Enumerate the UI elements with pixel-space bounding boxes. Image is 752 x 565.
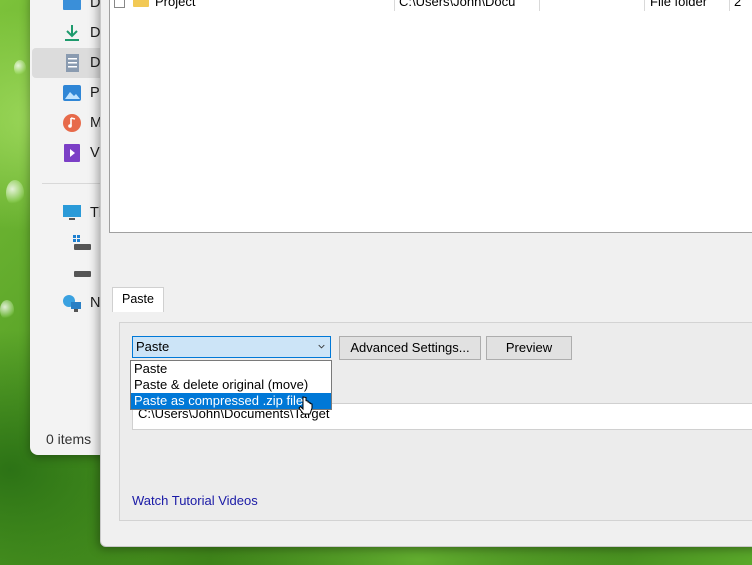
column-divider [394,0,395,11]
option-paste[interactable]: Paste [131,361,331,377]
water-drop [6,180,24,206]
windows-drive-icon [72,233,92,253]
network-icon [62,293,82,313]
this-pc-icon [62,203,82,223]
file-name-cell: Project [155,0,196,9]
paste-panel: Paste Advanced Settings... Preview C:\Us… [119,322,752,521]
downloads-icon [62,23,82,43]
column-divider [729,0,730,11]
items-count: 0 items [46,431,92,447]
column-divider [644,0,645,11]
table-row[interactable]: Project C:\Users\John\Docu File folder 2 [110,0,752,11]
documents-icon [62,53,82,73]
file-extra-cell: 2 [734,0,742,9]
water-drop [14,60,26,76]
file-path-cell: C:\Users\John\Docu [399,0,516,9]
tutorial-videos-link[interactable]: Watch Tutorial Videos [132,493,258,508]
paste-tool-window: Project C:\Users\John\Docu File folder 2… [100,0,752,547]
paste-mode-select[interactable]: Paste [132,336,331,358]
option-paste-and-delete[interactable]: Paste & delete original (move) [131,377,331,393]
mouse-cursor-icon [298,396,313,415]
column-divider [539,0,540,11]
desktop-folder-icon [62,0,82,13]
music-icon [62,113,82,133]
drive-icon [72,263,92,283]
file-list[interactable]: Project C:\Users\John\Docu File folder 2 [109,0,752,233]
preview-button[interactable]: Preview [486,336,572,360]
pictures-icon [62,83,82,103]
water-drop [0,300,14,320]
advanced-settings-button[interactable]: Advanced Settings... [339,336,481,360]
file-type-cell: File folder [650,0,708,9]
tab-paste[interactable]: Paste [112,287,164,312]
folder-icon [133,0,149,7]
checkbox-icon[interactable] [114,0,125,8]
chevron-down-icon [318,344,325,349]
paste-mode-value: Paste [136,339,170,354]
videos-icon [62,143,82,163]
